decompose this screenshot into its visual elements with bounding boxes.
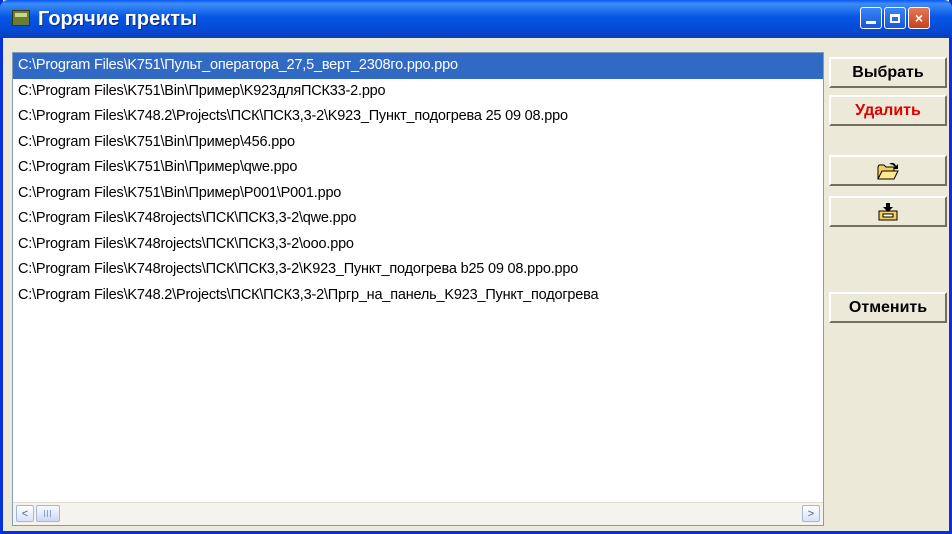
list-item[interactable]: C:\Program Files\K751\Bin\Пример\qwe.ppo (13, 155, 823, 181)
chevron-right-icon: > (807, 507, 815, 520)
list-item[interactable]: C:\Program Files\K751\Пульт_оператора_27… (13, 53, 823, 79)
list-item[interactable]: C:\Program Files\K748rojects\ПСК\ПСК3,3-… (13, 206, 823, 232)
list-item[interactable]: C:\Program Files\K748.2\Projects\ПСК\ПСК… (13, 283, 823, 309)
close-icon: × (914, 10, 924, 26)
import-button[interactable] (829, 196, 947, 227)
hot-projects-window: Горячие пректы × C:\Program Files\K751\П… (0, 0, 952, 534)
select-button[interactable]: Выбрать (829, 57, 947, 88)
scroll-thumb[interactable] (36, 505, 60, 522)
import-tray-icon (878, 202, 898, 220)
grip-icon (44, 510, 52, 517)
app-icon (12, 10, 30, 26)
maximize-icon (890, 13, 900, 23)
maximize-button[interactable] (884, 7, 906, 29)
list-item[interactable]: C:\Program Files\K751\Bin\Пример\456.ppo (13, 130, 823, 156)
open-button[interactable] (829, 155, 947, 186)
horizontal-scrollbar[interactable]: < > (13, 502, 823, 525)
project-listbox[interactable]: C:\Program Files\K751\Пульт_оператора_27… (12, 52, 824, 526)
title-bar[interactable]: Горячие пректы × (0, 0, 952, 38)
chevron-left-icon: < (21, 507, 29, 520)
list-item[interactable]: C:\Program Files\K751\Bin\Пример\P001\P0… (13, 181, 823, 207)
minimize-icon (866, 20, 876, 24)
delete-button[interactable]: Удалить (829, 95, 947, 126)
minimize-button[interactable] (860, 7, 882, 29)
window-title: Горячие пректы (38, 8, 198, 30)
list-item[interactable]: C:\Program Files\K748.2\Projects\ПСК\ПСК… (13, 104, 823, 130)
list-item[interactable]: C:\Program Files\K748rojects\ПСК\ПСК3,3-… (13, 257, 823, 283)
close-button[interactable]: × (908, 7, 930, 29)
open-folder-icon (877, 162, 899, 179)
list-item[interactable]: C:\Program Files\K748rojects\ПСК\ПСК3,3-… (13, 232, 823, 258)
cancel-button[interactable]: Отменить (829, 292, 947, 323)
scroll-right-button[interactable]: > (802, 505, 820, 522)
scroll-left-button[interactable]: < (16, 505, 34, 522)
list-item[interactable]: C:\Program Files\K751\Bin\Пример\K923для… (13, 79, 823, 105)
project-list[interactable]: C:\Program Files\K751\Пульт_оператора_27… (13, 53, 823, 503)
